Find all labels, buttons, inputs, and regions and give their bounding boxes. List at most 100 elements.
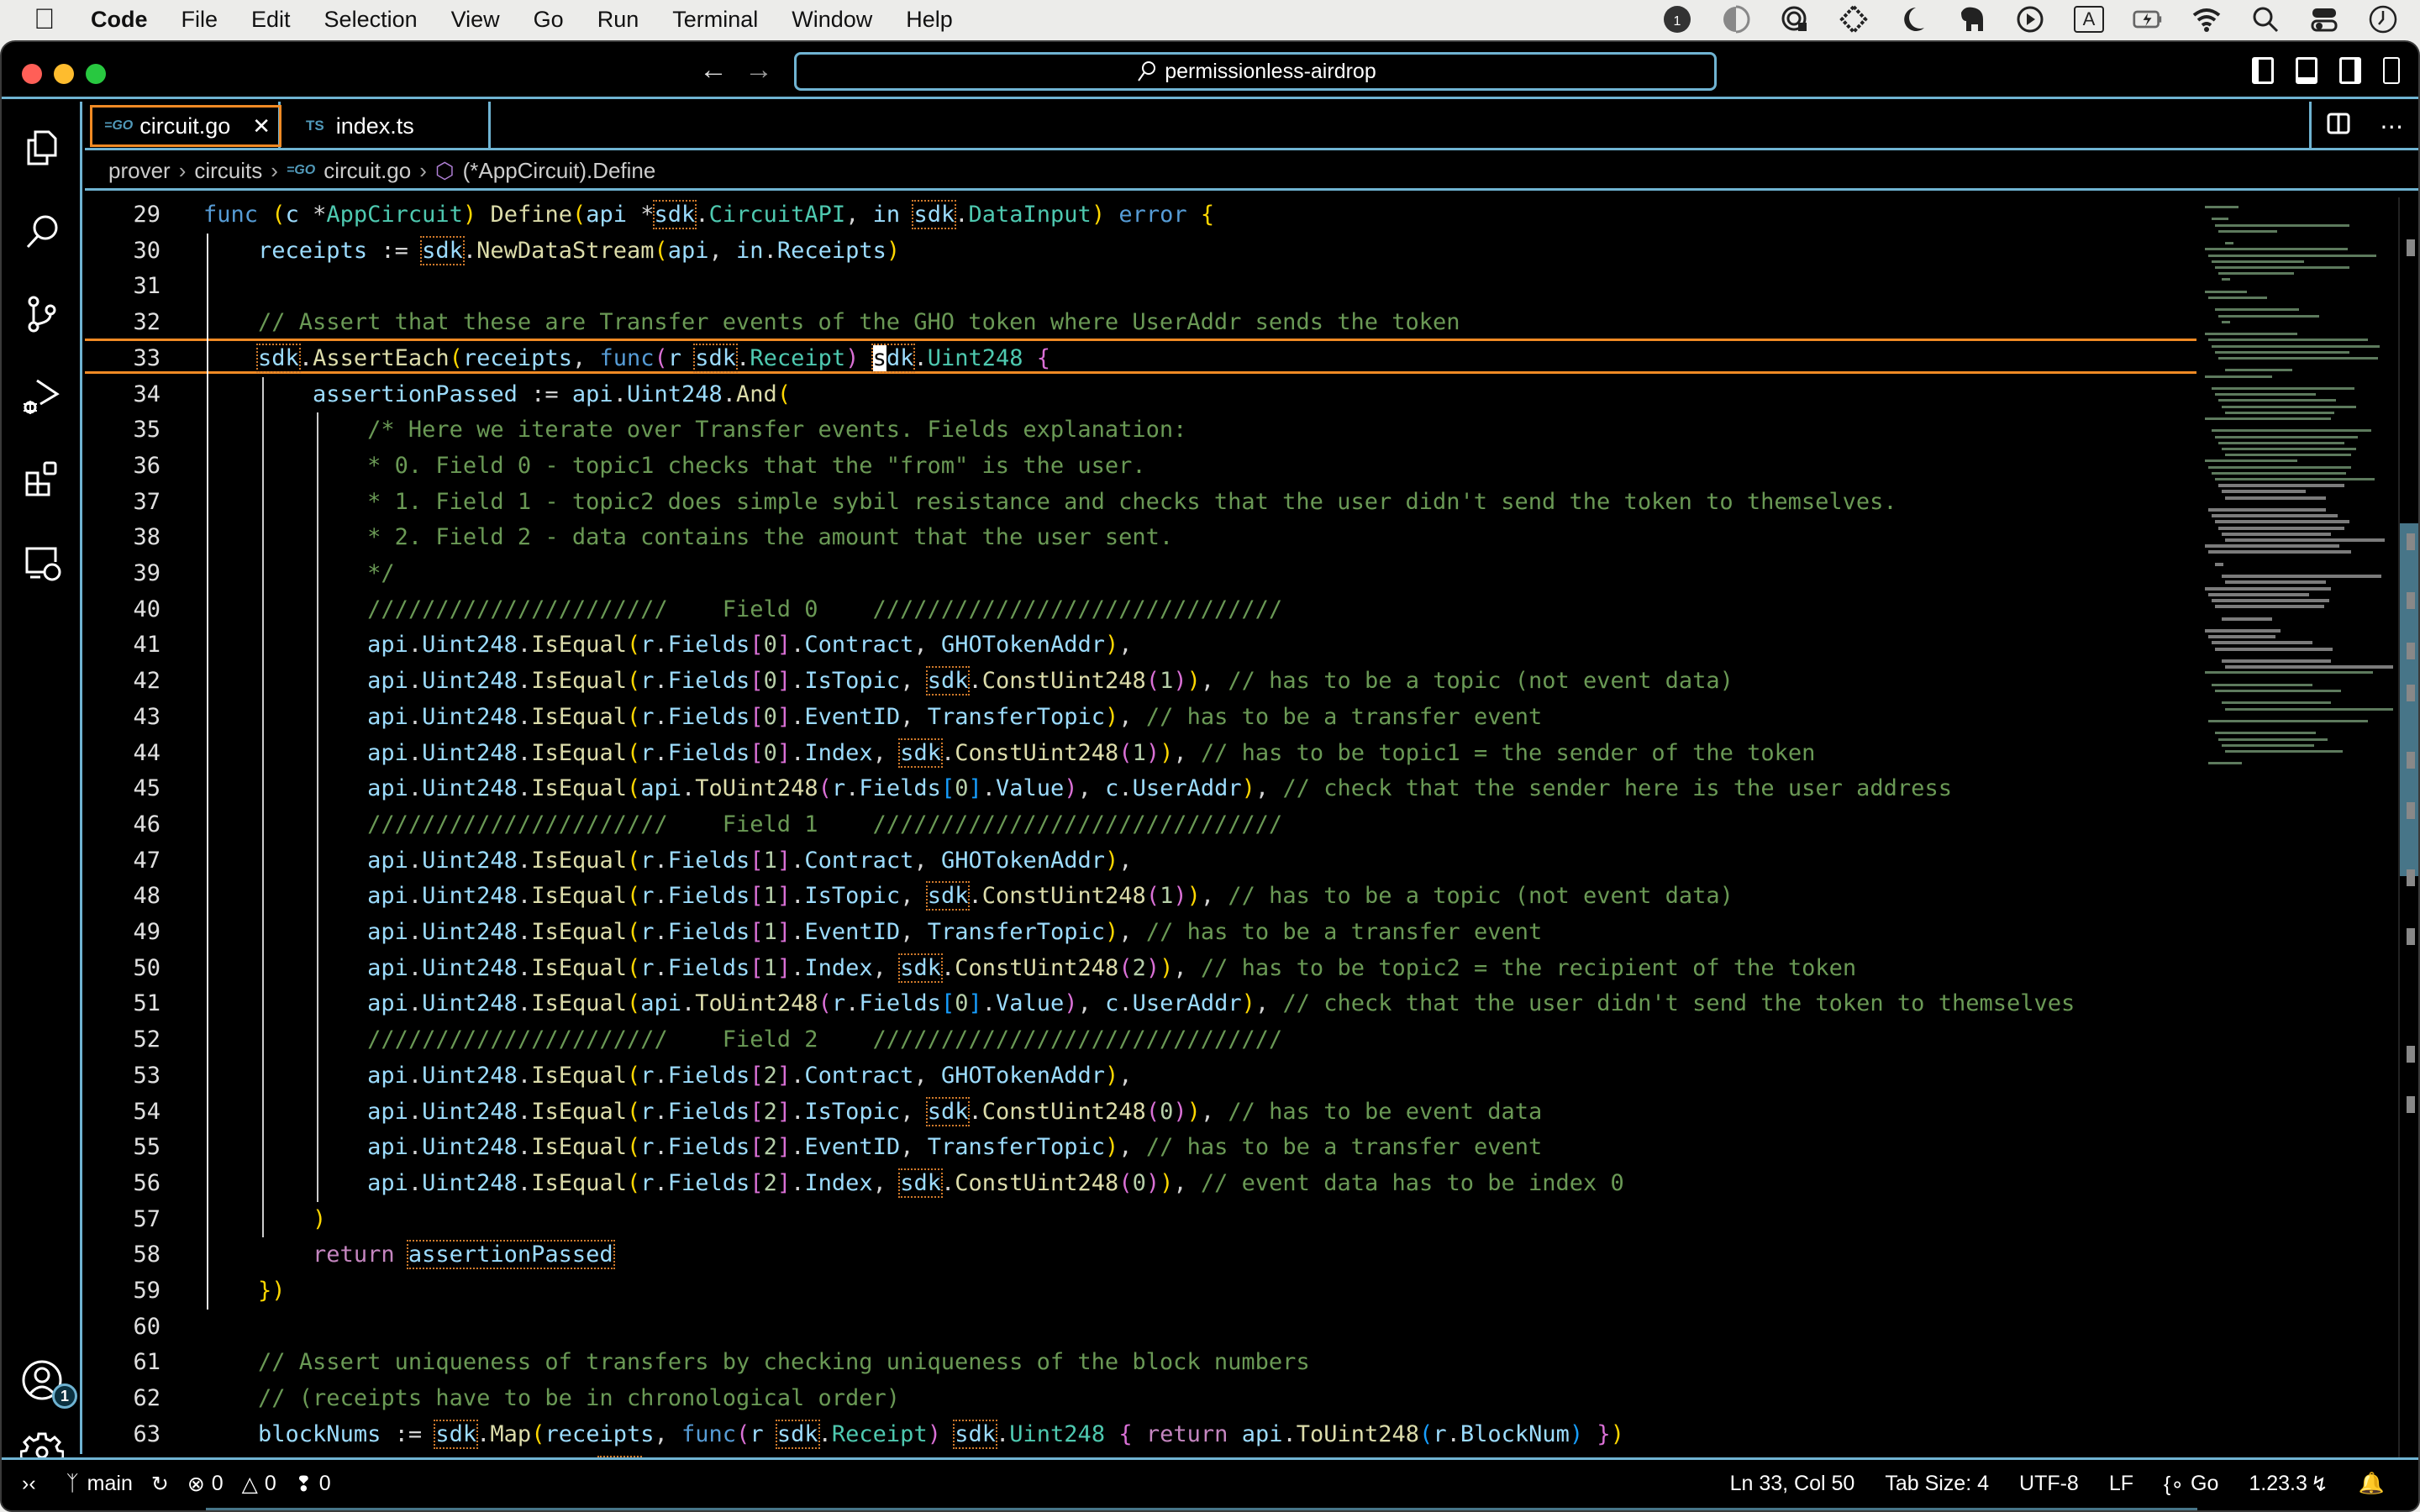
breadcrumb-item[interactable]: prover xyxy=(108,158,171,184)
code-line[interactable]: 54 api.Uint248.IsEqual(r.Fields[2].IsTop… xyxy=(85,1095,2196,1130)
code-line[interactable]: 29 func (c *AppCircuit) Define(api *sdk.C… xyxy=(85,197,2196,233)
code-line[interactable]: 33 sdk.AssertEach(receipts, func(r sdk.R… xyxy=(85,338,2196,374)
code-line[interactable]: 44 api.Uint248.IsEqual(r.Fields[0].Index… xyxy=(85,736,2196,771)
toggle-primary-sidebar-icon[interactable] xyxy=(2252,57,2274,84)
code-line[interactable]: 37 * 1. Field 1 - topic2 does simple syb… xyxy=(85,485,2196,520)
encoding[interactable]: UTF-8 xyxy=(2019,1472,2079,1496)
code-line[interactable]: 62 // (receipts have to be in chronologi… xyxy=(85,1381,2196,1416)
code-line[interactable]: 39 */ xyxy=(85,556,2196,591)
code-line[interactable]: 36 * 0. Field 0 - topic1 checks that the… xyxy=(85,449,2196,484)
menu-window[interactable]: Window xyxy=(792,7,872,33)
code-editor[interactable]: 29 func (c *AppCircuit) Define(api *sdk.C… xyxy=(85,197,2196,1457)
code-line[interactable]: 32 // Assert that these are Transfer eve… xyxy=(85,305,2196,340)
code-line[interactable]: 31 xyxy=(85,269,2196,304)
minimap[interactable] xyxy=(2196,197,2398,1457)
battery-charging-icon[interactable] xyxy=(2133,4,2163,34)
input-source-icon[interactable]: A xyxy=(2074,6,2104,33)
tab-size[interactable]: Tab Size: 4 xyxy=(1885,1472,1989,1496)
maximize-window-button[interactable] xyxy=(86,64,106,84)
cursor-position[interactable]: Ln 33, Col 50 xyxy=(1730,1472,1855,1496)
close-window-button[interactable] xyxy=(22,64,42,84)
branch-name[interactable]: main xyxy=(87,1472,133,1496)
code-line[interactable]: 41 api.Uint248.IsEqual(r.Fields[0].Contr… xyxy=(85,627,2196,663)
code-line[interactable]: 30 receipts := sdk.NewDataStream(api, in… xyxy=(85,234,2196,269)
menu-edit[interactable]: Edit xyxy=(251,7,291,33)
tab-circuit-go[interactable]: =GO circuit.go ✕ xyxy=(85,102,282,150)
toggle-panel-icon[interactable] xyxy=(2296,57,2317,84)
code-line[interactable]: 48 api.Uint248.IsEqual(r.Fields[1].IsTop… xyxy=(85,879,2196,914)
search-icon[interactable] xyxy=(20,211,64,255)
minimize-window-button[interactable] xyxy=(54,64,74,84)
tab-index-ts[interactable]: TS index.ts xyxy=(281,102,491,150)
menu-go[interactable]: Go xyxy=(534,7,564,33)
extensions-icon[interactable] xyxy=(20,458,64,501)
accessibility-lock-icon[interactable] xyxy=(1780,4,1810,34)
breadcrumb-item[interactable]: circuit.go xyxy=(324,158,411,184)
code-line[interactable]: 53 api.Uint248.IsEqual(r.Fields[2].Contr… xyxy=(85,1058,2196,1094)
more-actions-icon[interactable]: ⋯ xyxy=(2380,113,2403,140)
language-mode[interactable]: {∘ Go xyxy=(2164,1472,2218,1497)
code-line[interactable]: 45 api.Uint248.IsEqual(api.ToUint248(r.F… xyxy=(85,771,2196,806)
explorer-icon[interactable] xyxy=(20,127,64,171)
menu-view[interactable]: View xyxy=(451,7,500,33)
code-line[interactable]: 55 api.Uint248.IsEqual(r.Fields[2].Event… xyxy=(85,1130,2196,1165)
close-tab-icon[interactable]: ✕ xyxy=(252,113,271,139)
code-line[interactable]: 50 api.Uint248.IsEqual(r.Fields[1].Index… xyxy=(85,951,2196,986)
ports-count[interactable]: 0 xyxy=(319,1472,331,1496)
breadcrumb-item[interactable]: circuits xyxy=(194,158,262,184)
code-line[interactable]: 46 ////////////////////// Field 1 //////… xyxy=(85,807,2196,843)
menu-file[interactable]: File xyxy=(182,7,218,33)
code-line[interactable]: 40 ////////////////////// Field 0 //////… xyxy=(85,592,2196,627)
code-line[interactable]: 63 blockNums := sdk.Map(receipts, func(r… xyxy=(85,1417,2196,1452)
code-line[interactable]: 57 ) xyxy=(85,1202,2196,1237)
customize-layout-icon[interactable] xyxy=(2383,57,2400,84)
code-line[interactable]: 51 api.Uint248.IsEqual(api.ToUint248(r.F… xyxy=(85,986,2196,1021)
code-line[interactable]: 59 }) xyxy=(85,1273,2196,1309)
error-count[interactable]: 0 xyxy=(212,1472,224,1496)
code-line[interactable]: 38 * 2. Field 2 - data contains the amou… xyxy=(85,520,2196,555)
accounts-icon[interactable]: 1 xyxy=(20,1358,77,1409)
wifi-icon[interactable] xyxy=(2191,4,2222,34)
menu-run[interactable]: Run xyxy=(597,7,639,33)
end-of-line[interactable]: LF xyxy=(2109,1472,2133,1496)
forward-arrow-icon[interactable]: → xyxy=(744,54,773,87)
breadcrumb-item[interactable]: (*AppCircuit).Define xyxy=(463,158,656,184)
menu-app-name[interactable]: Code xyxy=(91,7,148,33)
code-line[interactable]: 49 api.Uint248.IsEqual(r.Fields[1].Event… xyxy=(85,915,2196,950)
code-line[interactable]: 56 api.Uint248.IsEqual(r.Fields[2].Index… xyxy=(85,1166,2196,1201)
diamond-icon[interactable] xyxy=(1839,4,1869,34)
apple-menu-icon[interactable]:  xyxy=(34,3,59,36)
code-line[interactable]: 60 xyxy=(85,1310,2196,1345)
play-circle-icon[interactable] xyxy=(2015,4,2045,34)
clock-icon[interactable] xyxy=(2368,4,2398,34)
elephant-icon[interactable] xyxy=(1956,4,1986,34)
code-line[interactable]: 42 api.Uint248.IsEqual(r.Fields[0].IsTop… xyxy=(85,664,2196,699)
go-version[interactable]: 1.23.3 ↯ xyxy=(2249,1472,2328,1497)
code-line[interactable]: 35 /* Here we iterate over Transfer even… xyxy=(85,412,2196,448)
code-line[interactable]: 52 ////////////////////// Field 2 //////… xyxy=(85,1022,2196,1058)
spotlight-search-icon[interactable] xyxy=(2250,4,2281,34)
code-line[interactable]: 47 api.Uint248.IsEqual(r.Fields[1].Contr… xyxy=(85,843,2196,879)
notification-badge-icon[interactable]: 1 xyxy=(1662,4,1692,34)
half-circle-icon[interactable] xyxy=(1721,4,1751,34)
sync-icon[interactable]: ↻ xyxy=(151,1472,169,1497)
code-line[interactable]: 43 api.Uint248.IsEqual(r.Fields[0].Event… xyxy=(85,700,2196,735)
menu-selection[interactable]: Selection xyxy=(324,7,418,33)
control-center-icon[interactable] xyxy=(2309,4,2339,34)
code-line[interactable]: 34 assertionPassed := api.Uint248.And( xyxy=(85,377,2196,412)
back-arrow-icon[interactable]: ← xyxy=(699,54,728,87)
warning-count[interactable]: 0 xyxy=(265,1472,276,1496)
command-center-search[interactable]: permissionless-airdrop xyxy=(794,52,1717,91)
split-editor-icon[interactable] xyxy=(2327,112,2350,141)
run-and-debug-icon[interactable] xyxy=(20,375,64,419)
vertical-scrollbar[interactable] xyxy=(2398,197,2418,1457)
code-line[interactable]: 58 return assertionPassed xyxy=(85,1237,2196,1273)
source-control-icon[interactable] xyxy=(20,293,64,337)
remote-explorer-icon[interactable] xyxy=(20,540,64,584)
toggle-secondary-sidebar-icon[interactable] xyxy=(2339,57,2361,84)
menu-help[interactable]: Help xyxy=(906,7,953,33)
moon-icon[interactable] xyxy=(1897,4,1928,34)
notifications-bell-icon[interactable]: 🔔 xyxy=(2359,1472,2385,1496)
code-line[interactable]: 61 // Assert uniqueness of transfers by … xyxy=(85,1345,2196,1380)
menu-terminal[interactable]: Terminal xyxy=(672,7,758,33)
